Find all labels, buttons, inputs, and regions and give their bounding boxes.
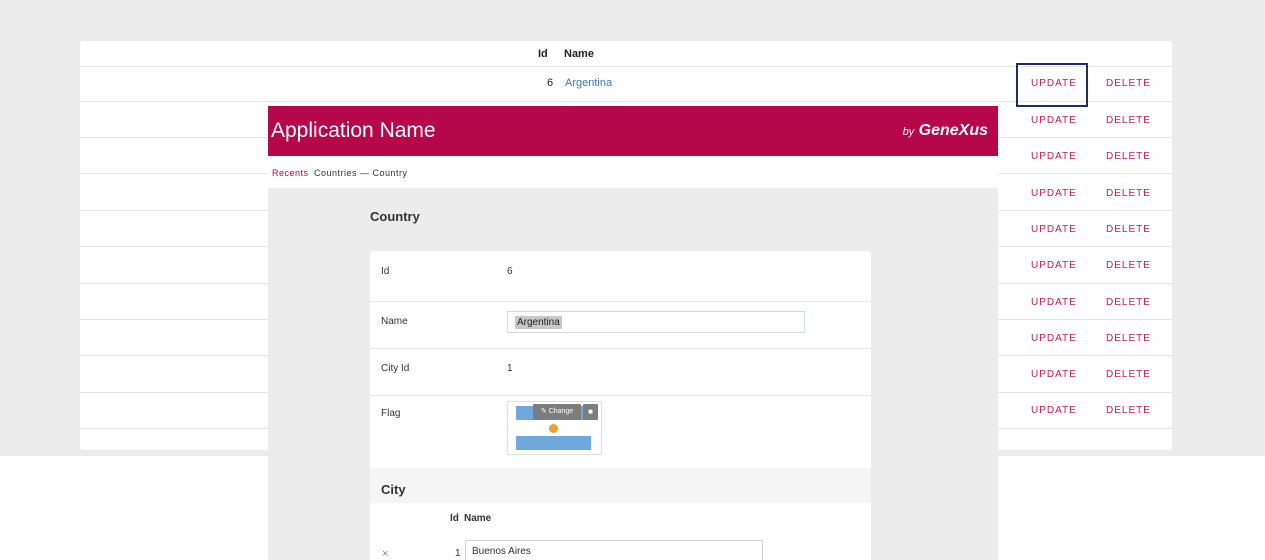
brand-name: GeneXus xyxy=(918,122,988,139)
brand-by: by xyxy=(902,126,915,138)
city-row-id: 1 xyxy=(455,548,461,559)
trash-icon: ■ xyxy=(588,407,593,416)
remove-row-icon[interactable]: × xyxy=(382,548,388,560)
city-column-id: Id xyxy=(450,513,459,524)
update-button[interactable]: UPDATE xyxy=(1031,151,1077,162)
country-app-window: Application Name by GeneXus Recents Coun… xyxy=(268,106,998,560)
city-section-title: City xyxy=(381,482,406,497)
delete-button[interactable]: DELETE xyxy=(1106,369,1151,380)
column-header-name[interactable]: Name xyxy=(564,48,594,60)
delete-button[interactable]: DELETE xyxy=(1106,260,1151,271)
delete-button[interactable]: DELETE xyxy=(1106,188,1151,199)
flag-label: Flag xyxy=(381,408,401,419)
name-input-value: Argentina xyxy=(515,316,562,329)
city-name-input[interactable]: Buenos Aires xyxy=(465,540,763,560)
pencil-icon: ✎ xyxy=(540,408,547,415)
delete-button[interactable]: DELETE xyxy=(1106,297,1151,308)
city-id-row: City Id 1 xyxy=(370,348,871,396)
breadcrumb-current: Countries — Country xyxy=(314,168,408,178)
id-label: Id xyxy=(381,266,390,277)
country-form: Id 6 Name Argentina City Id 1 Flag ✎ Cha… xyxy=(370,251,871,560)
breadcrumb-recents[interactable]: Recents xyxy=(272,168,309,178)
name-row: Name Argentina xyxy=(370,301,871,349)
update-button[interactable]: UPDATE xyxy=(1031,297,1077,308)
delete-button[interactable]: DELETE xyxy=(1106,224,1151,235)
delete-button[interactable]: DELETE xyxy=(1106,115,1151,126)
change-image-button[interactable]: ✎ Change xyxy=(533,404,581,420)
update-focus-highlight xyxy=(1016,63,1088,107)
row-name-link[interactable]: Argentina xyxy=(565,77,612,89)
genexus-logo: by GeneXus xyxy=(903,122,988,140)
update-button[interactable]: UPDATE xyxy=(1031,333,1077,344)
flag-image: ✎ Change ■ xyxy=(507,401,602,455)
delete-button[interactable]: DELETE xyxy=(1106,78,1151,89)
city-grid-header: Id Name xyxy=(370,503,871,533)
id-row: Id 6 xyxy=(370,251,871,302)
flag-sun xyxy=(549,424,558,433)
flag-bottom-stripe xyxy=(516,436,591,450)
update-button[interactable]: UPDATE xyxy=(1031,369,1077,380)
app-header: Application Name by GeneXus xyxy=(268,106,998,156)
name-input[interactable]: Argentina xyxy=(507,311,805,333)
delete-button[interactable]: DELETE xyxy=(1106,405,1151,416)
update-button[interactable]: UPDATE xyxy=(1031,188,1077,199)
delete-image-button[interactable]: ■ xyxy=(583,404,598,420)
city-id-label: City Id xyxy=(381,363,410,374)
list-header: Id Name xyxy=(80,41,1172,67)
name-label: Name xyxy=(381,316,408,327)
page-title: Country xyxy=(370,209,420,224)
city-row: × 1 Buenos Aires xyxy=(370,533,871,560)
id-value: 6 xyxy=(507,266,513,277)
update-button[interactable]: UPDATE xyxy=(1031,260,1077,271)
breadcrumb: Recents Countries — Country xyxy=(268,156,998,188)
table-row: 6 Argentina UPDATE DELETE xyxy=(80,66,1172,102)
column-header-id[interactable]: Id xyxy=(538,48,548,60)
update-button[interactable]: UPDATE xyxy=(1031,405,1077,416)
row-id: 6 xyxy=(547,77,554,89)
delete-button[interactable]: DELETE xyxy=(1106,151,1151,162)
delete-button[interactable]: DELETE xyxy=(1106,333,1151,344)
flag-row: Flag ✎ Change ■ xyxy=(370,395,871,468)
city-id-value: 1 xyxy=(507,363,513,374)
city-section: City Id Name × 1 Buenos Aires xyxy=(370,468,871,560)
update-button[interactable]: UPDATE xyxy=(1031,224,1077,235)
app-title[interactable]: Application Name xyxy=(271,119,436,143)
city-column-name: Name xyxy=(464,513,492,524)
update-button[interactable]: UPDATE xyxy=(1031,115,1077,126)
change-image-label: Change xyxy=(548,408,574,415)
